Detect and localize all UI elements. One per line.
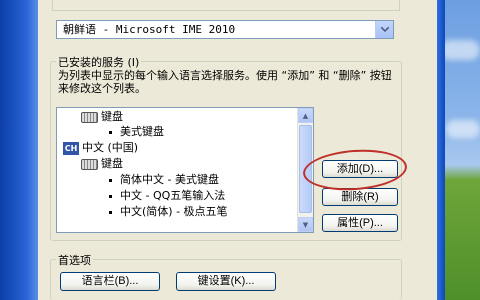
bullet-icon [109,130,112,134]
services-tree[interactable]: 键盘 美式键盘 CH 中文 (中国) 键盘 简体中文 - 美式键盘 中文 - QQ… [56,107,314,233]
tree-item[interactable]: 中文 - QQ五笔输入法 [109,189,225,203]
key-settings-button[interactable]: 键设置(K)... [176,272,276,291]
installed-services-description: 为列表中显示的每个输入语言选择服务。使用 “添加” 和 “删除” 按钮来修改这个… [58,69,392,95]
keyboard-icon [81,158,98,170]
tree-category-keyboard[interactable]: 键盘 [81,110,123,124]
scroll-down-icon[interactable]: ▼ [298,217,313,232]
installed-services-title: 已安装的服务 (I) [56,54,142,70]
tree-item[interactable]: 简体中文 - 美式键盘 [109,173,219,187]
ime-select-value: 朝鲜语 - Microsoft IME 2010 [63,23,236,36]
window-frame-right [437,0,445,300]
tree-language-chinese[interactable]: CH 中文 (中国) [63,141,138,155]
ch-language-icon: CH [63,141,79,155]
language-bar-button[interactable]: 语言栏(B)... [60,272,160,291]
tree-category-keyboard[interactable]: 键盘 [81,157,123,171]
keyboard-icon [81,111,98,123]
scroll-up-icon[interactable]: ▲ [298,108,313,123]
chevron-down-icon[interactable] [375,21,393,38]
ime-select-dropdown[interactable]: 朝鲜语 - Microsoft IME 2010 [56,20,394,39]
remove-button[interactable]: 删除(R) [322,188,398,206]
properties-button[interactable]: 属性(P)... [322,214,398,232]
preferences-title: 首选项 [56,252,93,268]
tree-item[interactable]: 中文(简体) - 极点五笔 [109,205,228,219]
default-language-group [52,0,400,11]
tree-item[interactable]: 美式键盘 [109,125,164,139]
bullet-icon [109,178,112,182]
window-frame-left [0,0,38,300]
bullet-icon [109,194,112,198]
bullet-icon [109,210,112,214]
